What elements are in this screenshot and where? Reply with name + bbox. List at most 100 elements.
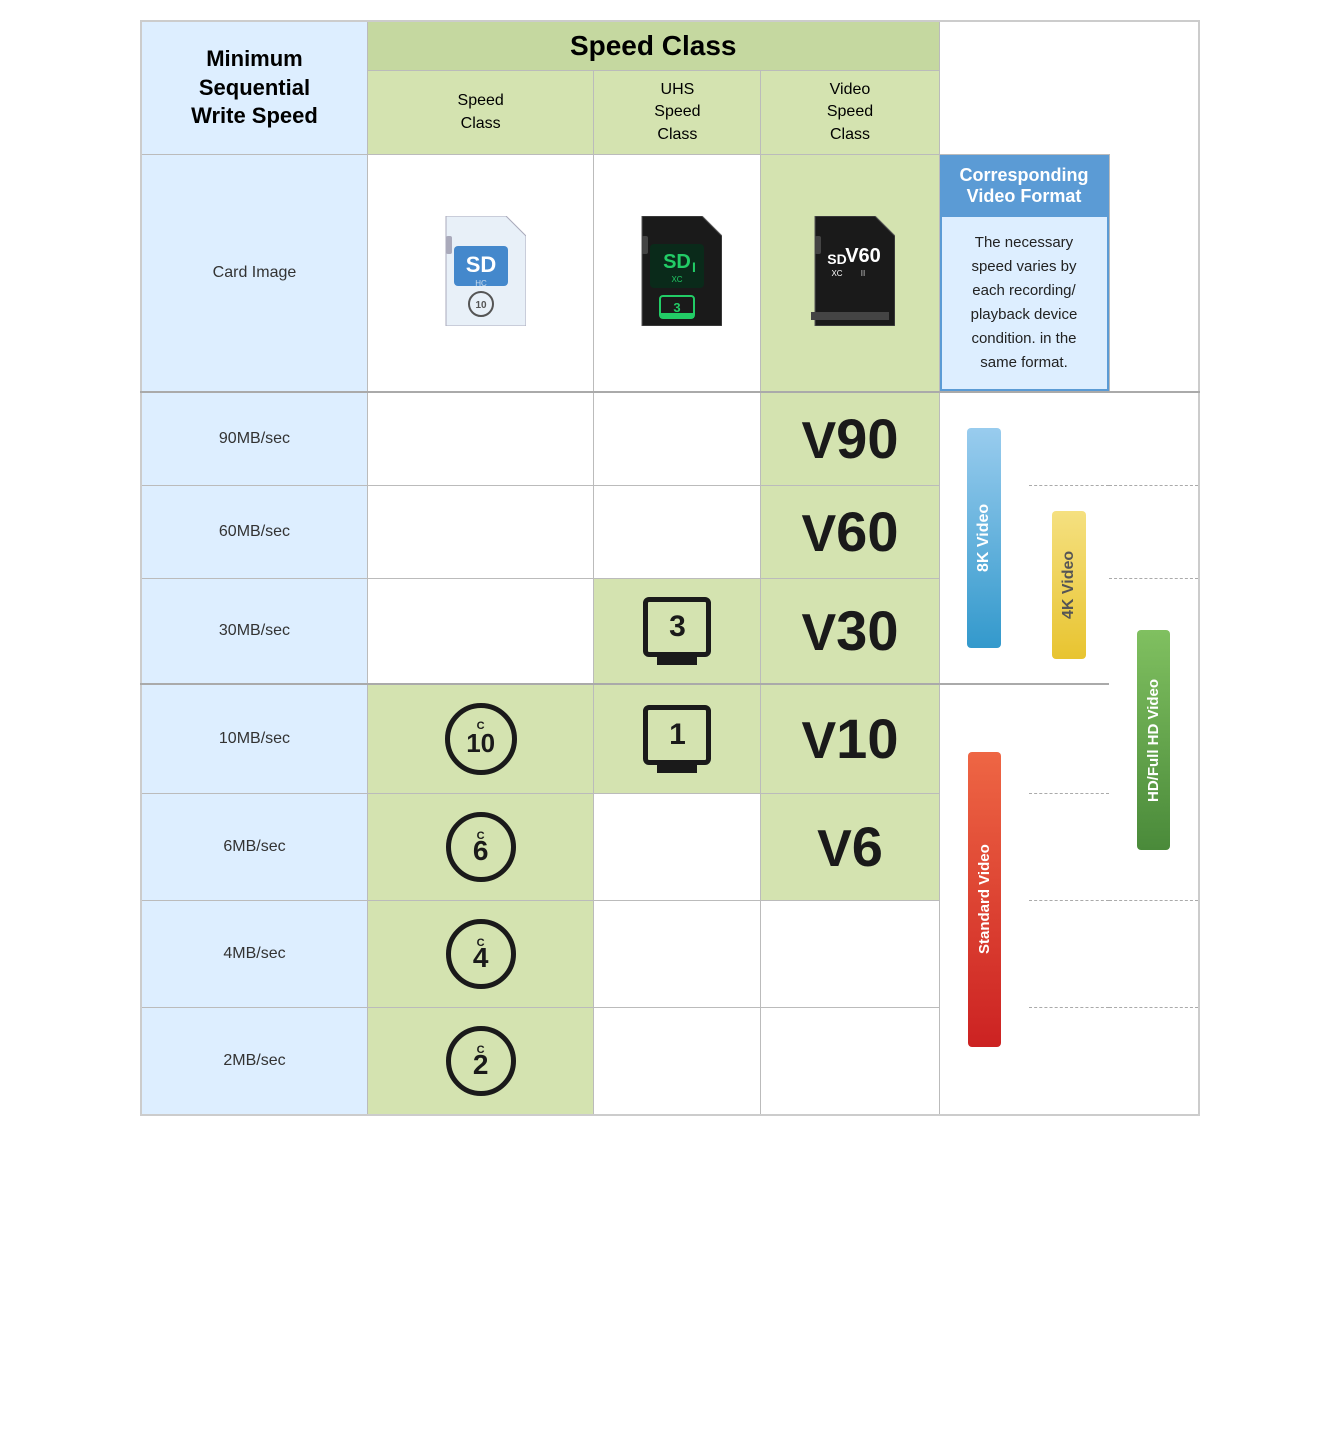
- class2-symbol: C 2: [446, 1026, 516, 1096]
- speed-6-text: 6MB/sec: [223, 838, 285, 855]
- speed-90-label: 90MB/sec: [141, 392, 367, 486]
- speed-class-main-header: Speed Class: [367, 21, 939, 71]
- col-speed-class-header: Speed Class: [367, 71, 593, 155]
- u1-base: [657, 765, 697, 773]
- v60-symbol: V60: [801, 505, 898, 563]
- card-image-label-cell: Card Image: [141, 155, 367, 393]
- speed-2-label: 2MB/sec: [141, 1008, 367, 1116]
- sc-4-speed: C 4: [367, 901, 593, 1008]
- 4k-bar-cell: 4K Video: [1029, 486, 1109, 685]
- sc-30-video: V30: [761, 579, 939, 685]
- v90-symbol: V90: [801, 412, 898, 470]
- sc-6-speed: C 6: [367, 794, 593, 901]
- 8k-video-label: 8K Video: [975, 504, 993, 572]
- speed-6-label: 6MB/sec: [141, 794, 367, 901]
- speed-4-label: 4MB/sec: [141, 901, 367, 1008]
- speed-10-label: 10MB/sec: [141, 684, 367, 794]
- 4k-video-bar: 4K Video: [1052, 511, 1086, 659]
- class10-symbol: C 10: [445, 703, 517, 775]
- row-label-text: Minimum Sequential Write Speed: [191, 46, 318, 128]
- svg-text:10: 10: [475, 300, 487, 311]
- speed-class-label: Speed Class: [570, 30, 737, 61]
- video-col-label: Video Speed Class: [827, 81, 873, 143]
- sc-4-video: [761, 901, 939, 1008]
- 8k-bar-cell: 8K Video: [939, 392, 1029, 684]
- class6-symbol: C 6: [446, 812, 516, 882]
- 8k-video-bar: 8K Video: [967, 428, 1001, 648]
- hd-bar-cell: HD/Full HD Video: [1109, 579, 1199, 901]
- corresponding-cell: Corresponding Video Format The necessary…: [939, 155, 1109, 393]
- sc-60-video: V60: [761, 486, 939, 579]
- speed-2-text: 2MB/sec: [223, 1052, 285, 1069]
- col-video-header: Video Speed Class: [761, 71, 939, 155]
- corresponding-header: Corresponding Video Format: [940, 155, 1109, 217]
- u3-symbol-container: 3: [643, 597, 711, 665]
- empty-top-right: [939, 21, 1109, 71]
- std-bar-cell: Standard Video: [939, 684, 1029, 1115]
- min-write-speed-header: Minimum Sequential Write Speed: [141, 21, 367, 155]
- u1-symbol: 1: [643, 705, 711, 765]
- col-uhs-header: UHS Speed Class: [594, 71, 761, 155]
- card-image-text: Card Image: [213, 264, 297, 281]
- speed-class-col-label: Speed Class: [458, 92, 504, 131]
- sdxc-uhs1-cell: SD XC I 3: [594, 155, 761, 393]
- sc-10-uhs: 1: [594, 684, 761, 794]
- std-video-bar: Standard Video: [968, 752, 1001, 1047]
- speed-60-text: 60MB/sec: [219, 523, 290, 540]
- speed-4-text: 4MB/sec: [223, 945, 285, 962]
- v10-symbol: V10: [801, 712, 898, 770]
- u3-symbol: 3: [643, 597, 711, 657]
- 4k-video-label: 4K Video: [1060, 551, 1078, 619]
- sc-2-uhs: [594, 1008, 761, 1116]
- sc-10-video: V10: [761, 684, 939, 794]
- right-empty-90: [1029, 392, 1109, 486]
- svg-text:3: 3: [674, 300, 681, 315]
- empty-sub-right: [939, 71, 1109, 155]
- std-video-label: Standard Video: [976, 845, 993, 955]
- svg-text:SD: SD: [664, 251, 692, 273]
- sdxc-uhs2-cell: SD XC V60 II: [761, 155, 939, 393]
- speed-90-text: 90MB/sec: [219, 430, 290, 447]
- speed-class-table: Minimum Sequential Write Speed Speed Cla…: [140, 20, 1200, 1116]
- sc-60-speed: [367, 486, 593, 579]
- speed-30-text: 30MB/sec: [219, 622, 290, 639]
- sc-90-uhs: [594, 392, 761, 486]
- sdhc-card-cell: SD HC 10: [367, 155, 593, 393]
- sdxc-v60-svg: SD XC V60 II: [805, 216, 895, 326]
- sc-4-uhs: [594, 901, 761, 1008]
- sc-60-uhs: [594, 486, 761, 579]
- speed-30-label: 30MB/sec: [141, 579, 367, 685]
- sc-90-video: V90: [761, 392, 939, 486]
- sc-2-video: [761, 1008, 939, 1116]
- svg-text:HC: HC: [475, 279, 487, 288]
- svg-text:XC: XC: [672, 275, 683, 284]
- sc-30-uhs: 3: [594, 579, 761, 685]
- class4-symbol: C 4: [446, 919, 516, 989]
- sc-6-video: V6: [761, 794, 939, 901]
- corresponding-header-text: Corresponding Video Format: [960, 165, 1089, 206]
- corresponding-body-text: The necessary speed varies by each recor…: [971, 234, 1078, 371]
- sc-30-speed: [367, 579, 593, 685]
- hd-video-label: HD/Full HD Video: [1145, 678, 1162, 801]
- sc-2-speed: C 2: [367, 1008, 593, 1116]
- svg-text:XC: XC: [831, 269, 842, 278]
- uhs-col-label: UHS Speed Class: [654, 81, 700, 143]
- svg-text:II: II: [861, 269, 865, 278]
- sdxc-uhs1-svg: SD XC I 3: [632, 216, 722, 326]
- u3-base: [657, 657, 697, 665]
- u1-symbol-container: 1: [643, 705, 711, 773]
- sdhc-card-svg: SD HC 10: [436, 216, 526, 326]
- sc-6-uhs: [594, 794, 761, 901]
- v30-symbol: V30: [801, 604, 898, 662]
- hd-video-bar: HD/Full HD Video: [1137, 630, 1170, 850]
- sc-10-speed: C 10: [367, 684, 593, 794]
- v6-symbol: V6: [817, 820, 883, 878]
- corresponding-body: The necessary speed varies by each recor…: [940, 217, 1109, 391]
- speed-10-text: 10MB/sec: [219, 730, 290, 747]
- sc-90-speed: [367, 392, 593, 486]
- svg-text:SD: SD: [827, 251, 846, 267]
- svg-text:SD: SD: [465, 252, 496, 277]
- svg-text:I: I: [692, 259, 696, 275]
- speed-60-label: 60MB/sec: [141, 486, 367, 579]
- svg-text:V60: V60: [845, 245, 881, 267]
